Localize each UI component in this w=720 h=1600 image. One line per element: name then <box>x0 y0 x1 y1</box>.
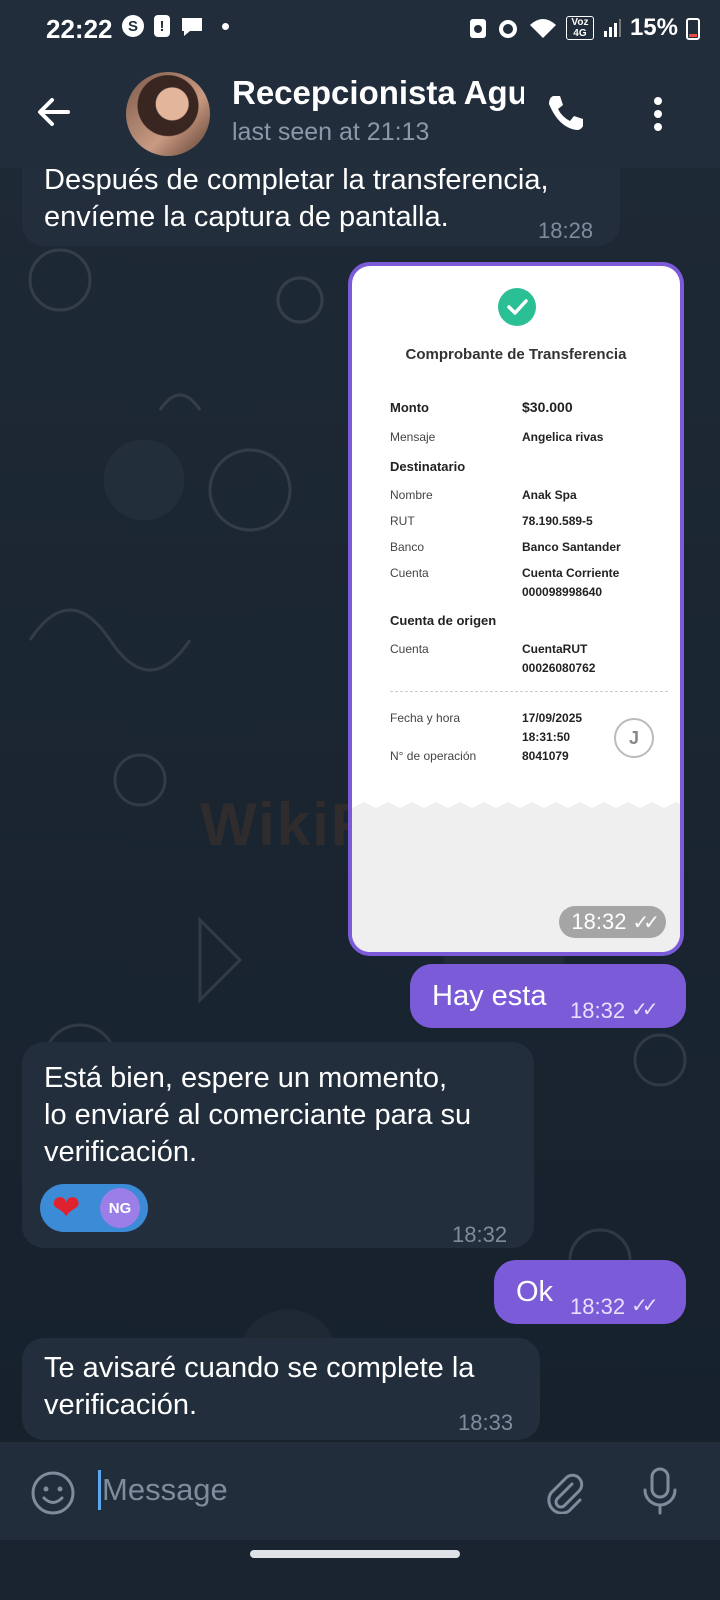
message-text: Te avisaré cuando se complete la verific… <box>44 1350 474 1424</box>
banco-value: Banco Santander <box>522 540 621 554</box>
more-vert-icon[interactable] <box>646 94 670 134</box>
double-check-icon: ✓✓ <box>631 1295 658 1317</box>
transfer-receipt-image[interactable]: Comprobante de Transferencia Monto $30.0… <box>352 266 680 952</box>
outgoing-message[interactable]: Ok 18:32 ✓✓ <box>494 1260 686 1324</box>
message-time: 18:32 <box>570 998 626 1023</box>
mensaje-label: Mensaje <box>390 430 436 444</box>
message-line: Está bien, espere un momento, <box>44 1062 448 1094</box>
rut-value: 78.190.589-5 <box>522 514 593 528</box>
banco-label: Banco <box>390 540 425 554</box>
status-bar: 22:22 S ! Voz 4G 15% <box>0 0 720 58</box>
wifi-icon <box>529 19 556 38</box>
message-composer <box>0 1442 720 1540</box>
message-line: Te avisaré cuando se complete la <box>44 1352 475 1384</box>
system-nav-bar <box>0 1540 720 1600</box>
hora-value: 18:31:50 <box>522 730 571 744</box>
contact-name[interactable]: Recepcionista Agu <box>232 74 524 112</box>
fecha-value: 17/09/2025 <box>522 711 583 725</box>
message-line: verificación. <box>44 1136 198 1168</box>
message-text: Después de completar la transferencia, e… <box>44 162 549 236</box>
outgoing-image-message[interactable]: Comprobante de Transferencia Monto $30.0… <box>348 262 684 956</box>
microphone-icon[interactable] <box>640 1466 680 1516</box>
message-text: Está bien, espere un momento, lo enviaré… <box>44 1060 471 1171</box>
receipt-title: Comprobante de Transferencia <box>405 346 627 363</box>
image-time-badge: 18:32 ✓✓ <box>559 906 666 938</box>
signal-icon <box>603 19 621 37</box>
alarm-icon <box>498 20 517 38</box>
status-right: Voz 4G 15% <box>468 14 700 42</box>
nombre-value: Anak Spa <box>522 488 577 502</box>
last-seen-status: last seen at 21:13 <box>232 118 430 146</box>
operacion-label: N° de operación <box>390 749 477 763</box>
cuenta-number-value: 000098998640 <box>522 585 603 599</box>
mensaje-value: Angelica rivas <box>522 430 604 444</box>
cuenta-label: Cuenta <box>390 566 429 580</box>
operacion-value: 8041079 <box>522 749 569 763</box>
monto-label: Monto <box>390 400 429 415</box>
message-input[interactable] <box>100 1464 524 1516</box>
message-text: Hay esta <box>432 980 547 1012</box>
home-gesture-handle[interactable] <box>250 1550 460 1558</box>
bank-stamp-icon: J <box>614 718 654 758</box>
back-arrow-icon[interactable] <box>34 92 74 132</box>
message-time: 18:32 <box>571 909 627 934</box>
heart-reaction-icon: ❤ <box>52 1189 81 1227</box>
reactor-avatar: NG <box>100 1188 140 1228</box>
battery-percent: 15% <box>629 14 678 41</box>
s-icon: S <box>122 15 144 37</box>
chat-header: Recepcionista Agu last seen at 21:13 <box>0 58 720 168</box>
status-time: 22:22 <box>46 14 113 44</box>
message-time: 18:28 <box>538 218 594 243</box>
nombre-label: Nombre <box>390 488 433 502</box>
message-time-group: 18:32 ✓✓ <box>570 992 658 1029</box>
chat-bubble-icon <box>182 18 202 36</box>
battery-icon <box>686 18 700 40</box>
alert-icon: ! <box>154 15 170 37</box>
receipt-divider <box>390 691 668 692</box>
origen-heading: Cuenta de origen <box>390 613 497 628</box>
double-check-icon: ✓✓ <box>631 999 658 1021</box>
message-time: 18:32 <box>452 1222 508 1247</box>
receipt-torn-edge <box>352 802 680 816</box>
attach-icon[interactable] <box>542 1470 586 1514</box>
destinatario-heading: Destinatario <box>390 459 466 474</box>
message-line: envíeme la captura de pantalla. <box>44 201 449 233</box>
emoji-icon[interactable] <box>30 1470 76 1516</box>
phone-icon[interactable] <box>544 92 586 134</box>
message-time: 18:32 <box>570 1294 626 1319</box>
message-time: 18:33 <box>458 1410 514 1435</box>
cuenta-type-value: Cuenta Corriente <box>522 566 620 580</box>
message-text: Ok <box>516 1276 554 1308</box>
signal-type-label: Voz 4G <box>565 16 594 40</box>
double-check-icon: ✓✓ <box>632 911 659 934</box>
dot-icon <box>222 22 229 30</box>
fecha-label: Fecha y hora <box>390 711 461 725</box>
origen-cuenta-label: Cuenta <box>390 642 429 656</box>
reaction-chip[interactable]: ❤ NG <box>40 1184 148 1232</box>
notification-icons: S ! <box>122 15 229 37</box>
outgoing-message[interactable]: Hay esta 18:32 ✓✓ <box>410 964 686 1028</box>
message-line: verificación. <box>44 1389 198 1421</box>
message-time-group: 18:32 ✓✓ <box>570 1288 658 1325</box>
message-line: lo enviaré al comerciante para su <box>44 1099 472 1131</box>
contact-avatar[interactable] <box>126 72 210 156</box>
recycle-icon <box>469 19 486 38</box>
success-check-icon <box>498 288 536 326</box>
origen-cuenta-number-value: 00026080762 <box>522 661 596 675</box>
monto-value: $30.000 <box>522 399 573 415</box>
origen-cuenta-type-value: CuentaRUT <box>522 642 588 656</box>
rut-label: RUT <box>390 514 415 528</box>
incoming-message[interactable]: Te avisaré cuando se complete la verific… <box>22 1338 540 1440</box>
